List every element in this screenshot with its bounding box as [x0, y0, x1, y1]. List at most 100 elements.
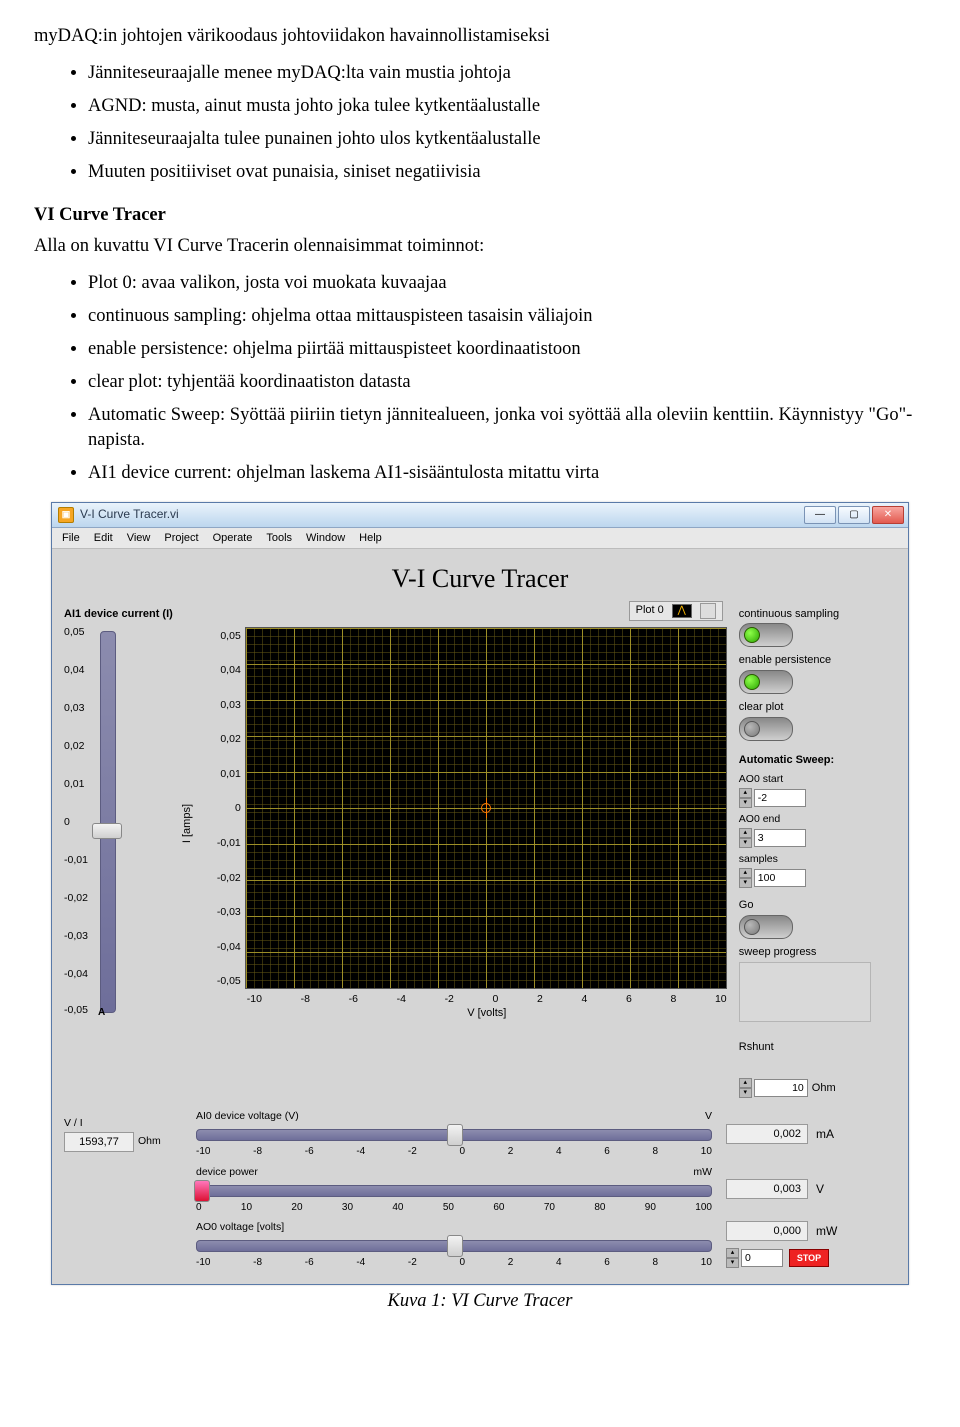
- plot-settings-icon[interactable]: [700, 603, 716, 619]
- slider-thumb[interactable]: [194, 1180, 210, 1202]
- enable-persistence-toggle[interactable]: [739, 670, 793, 694]
- minimize-button[interactable]: —: [804, 506, 836, 524]
- v-value: 0,003: [726, 1179, 808, 1199]
- ytick: 0,01: [199, 767, 241, 781]
- ytick: -0,05: [199, 974, 241, 988]
- xtick: 0: [493, 992, 499, 1006]
- vtick: 0,05: [64, 625, 84, 639]
- front-panel: V-I Curve Tracer AI1 device current (I) …: [52, 549, 908, 1284]
- ao0-start-input[interactable]: [754, 789, 806, 807]
- ytick: 0: [199, 801, 241, 815]
- vtick: 0,04: [64, 663, 84, 677]
- xtick: 10: [715, 992, 727, 1006]
- menu-window[interactable]: Window: [306, 531, 345, 546]
- y-axis-label: I [amps]: [180, 804, 195, 843]
- ai1-slider-label: AI1 device current (I): [64, 607, 180, 622]
- ao0-end-control[interactable]: ▴▾: [739, 828, 896, 848]
- menu-edit[interactable]: Edit: [94, 531, 113, 546]
- ytick: -0,03: [199, 905, 241, 919]
- bullet: Muuten positiiviset ovat punaisia, sinis…: [88, 160, 926, 185]
- bullet: Automatic Sweep: Syöttää piiriin tietyn …: [88, 403, 926, 453]
- xtick: 8: [670, 992, 676, 1006]
- xtick: -4: [397, 992, 406, 1006]
- xtick: -2: [445, 992, 454, 1006]
- slider-thumb[interactable]: [447, 1124, 463, 1146]
- menu-project[interactable]: Project: [164, 531, 198, 546]
- xtick: 6: [626, 992, 632, 1006]
- vtick: -0,01: [64, 853, 88, 867]
- samples-control[interactable]: ▴▾: [739, 868, 896, 888]
- menu-tools[interactable]: Tools: [266, 531, 292, 546]
- ytick: 0,04: [199, 663, 241, 677]
- vi-value: 1593,77: [64, 1132, 134, 1152]
- ytick: 0,05: [199, 629, 241, 643]
- xtick: -8: [301, 992, 310, 1006]
- go-button[interactable]: [739, 915, 793, 939]
- xtick: 4: [582, 992, 588, 1006]
- rshunt-label: Rshunt: [739, 1040, 896, 1055]
- device-power-slider[interactable]: [196, 1179, 712, 1201]
- stop-button[interactable]: STOP: [789, 1249, 829, 1267]
- power-slider-label: device power: [196, 1165, 258, 1179]
- sweep-progress-label: sweep progress: [739, 945, 896, 960]
- vtick: 0,01: [64, 777, 84, 791]
- continuous-sampling-toggle[interactable]: [739, 623, 793, 647]
- ao0-input[interactable]: [741, 1249, 783, 1267]
- section-heading: VI Curve Tracer: [34, 203, 926, 228]
- menubar: File Edit View Project Operate Tools Win…: [52, 528, 908, 550]
- slider-thumb[interactable]: [447, 1235, 463, 1257]
- xy-graph[interactable]: [245, 627, 727, 989]
- right-controls: continuous sampling enable persistence c…: [729, 603, 896, 1099]
- labview-icon: ▣: [58, 507, 74, 523]
- ao0-start-label: AO0 start: [739, 772, 896, 786]
- labview-window: ▣ V-I Curve Tracer.vi — ▢ ✕ File Edit Vi…: [51, 502, 909, 1285]
- samples-input[interactable]: [754, 869, 806, 887]
- bullet: Jänniteseuraajalta tulee punainen johto …: [88, 127, 926, 152]
- maximize-button[interactable]: ▢: [838, 506, 870, 524]
- ai0-ticks: -10-8-6-4-20246810: [196, 1145, 712, 1159]
- menu-help[interactable]: Help: [359, 531, 382, 546]
- ai0-slider-label: AI0 device voltage (V): [196, 1109, 299, 1123]
- vtick: 0,02: [64, 739, 84, 753]
- ytick: -0,02: [199, 871, 241, 885]
- power-ticks: 0102030405060708090100: [196, 1201, 712, 1215]
- ao0-voltage-slider[interactable]: [196, 1234, 712, 1256]
- ai0-voltage-slider[interactable]: [196, 1123, 712, 1145]
- ao0-slider-label: AO0 voltage [volts]: [196, 1220, 284, 1234]
- menu-view[interactable]: View: [127, 531, 151, 546]
- bullet: AI1 device current: ohjelman laskema AI1…: [88, 461, 926, 486]
- ma-unit: mA: [816, 1126, 834, 1142]
- plot-legend[interactable]: Plot 0 ⋀: [629, 601, 723, 621]
- doc-bullets-main: Plot 0: avaa valikon, josta voi muokata …: [34, 271, 926, 486]
- slider-thumb[interactable]: [92, 823, 122, 839]
- clear-plot-label: clear plot: [739, 700, 896, 715]
- plot-swatch-icon: ⋀: [672, 604, 692, 618]
- ao0-end-input[interactable]: [754, 829, 806, 847]
- samples-label: samples: [739, 852, 896, 866]
- ao0-numeric[interactable]: ▴▾: [726, 1248, 783, 1268]
- vtick: 0,03: [64, 701, 84, 715]
- menu-file[interactable]: File: [62, 531, 80, 546]
- bullet: enable persistence: ohjelma piirtää mitt…: [88, 337, 926, 362]
- bullet: continuous sampling: ohjelma ottaa mitta…: [88, 304, 926, 329]
- chart-area: Plot 0 ⋀ I [amps] 0,05 0,04 0,03 0,02 0,…: [180, 603, 729, 1021]
- ao0-end-label: AO0 end: [739, 812, 896, 826]
- plot-legend-label: Plot 0: [636, 603, 664, 618]
- xtick: 2: [537, 992, 543, 1006]
- v-unit: V: [816, 1181, 824, 1197]
- rshunt-control[interactable]: ▴▾: [739, 1078, 808, 1098]
- bullet: Plot 0: avaa valikon, josta voi muokata …: [88, 271, 926, 296]
- ao0-start-control[interactable]: ▴▾: [739, 788, 896, 808]
- ytick: 0,03: [199, 698, 241, 712]
- clear-plot-button[interactable]: [739, 717, 793, 741]
- doc-bullets-top: Jänniteseuraajalle menee myDAQ:lta vain …: [34, 61, 926, 185]
- vi-block: V / I 1593,77 Ohm: [64, 1116, 182, 1152]
- rshunt-input[interactable]: [754, 1079, 808, 1097]
- menu-operate[interactable]: Operate: [213, 531, 253, 546]
- vslider-unit: A: [98, 1006, 105, 1020]
- enable-persistence-label: enable persistence: [739, 653, 896, 668]
- close-button[interactable]: ✕: [872, 506, 904, 524]
- sweep-progress-gauge: [739, 962, 871, 1022]
- ai1-vertical-slider[interactable]: 0,05 0,04 0,03 0,02 0,01 0 -0,01 -0,02 -…: [70, 625, 130, 1017]
- automatic-sweep-heading: Automatic Sweep:: [739, 753, 896, 768]
